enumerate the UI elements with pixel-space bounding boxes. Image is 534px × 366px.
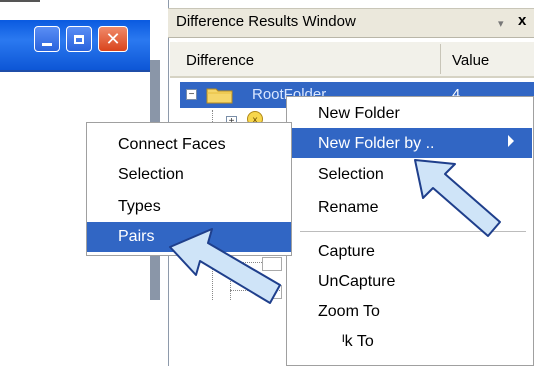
menu-item-uncapture[interactable]: UnCapture (318, 273, 395, 291)
close-icon: ✕ (105, 29, 121, 49)
menu-item-new-folder[interactable]: New Folder (318, 105, 400, 123)
column-header-value[interactable]: Value (452, 52, 489, 69)
submenu-item-connect-faces[interactable]: Connect Faces (118, 136, 226, 154)
menu-item-zoom-to[interactable]: Zoom To (318, 303, 380, 321)
minimize-icon (42, 42, 52, 46)
maximize-button[interactable] (66, 26, 92, 52)
submenu-item-pairs[interactable]: Pairs (118, 228, 154, 246)
window-edge (0, 0, 40, 10)
column-header-difference[interactable]: Difference (186, 52, 254, 69)
maximize-icon (74, 34, 84, 44)
collapse-icon[interactable]: − (186, 89, 197, 100)
minimize-button[interactable] (34, 26, 60, 52)
submenu-item-selection[interactable]: Selection (118, 166, 184, 184)
panel-close-button[interactable]: x (518, 12, 526, 29)
close-window-button[interactable]: ✕ (98, 26, 128, 52)
panel-title: Difference Results Window (176, 13, 356, 30)
submenu-arrow-icon (508, 135, 514, 147)
pointer-arrow-icon (169, 228, 281, 304)
column-divider[interactable] (440, 44, 441, 74)
pointer-arrow-icon (414, 159, 501, 237)
menu-item-rename[interactable]: Rename (318, 199, 378, 217)
menu-item-selection[interactable]: Selection (318, 166, 384, 184)
menu-item-capture[interactable]: Capture (318, 243, 375, 261)
menu-item-look-to[interactable]: ᴵk To (342, 333, 374, 351)
panel-menu-button[interactable]: ▾ (498, 17, 504, 30)
folder-icon (206, 88, 233, 104)
submenu-item-types[interactable]: Types (118, 198, 161, 216)
